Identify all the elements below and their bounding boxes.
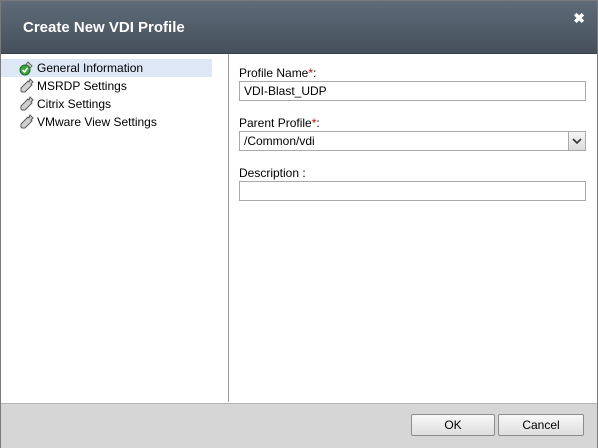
sidebar-item-msrdp-settings[interactable]: MSRDP Settings [1, 77, 228, 95]
sidebar-item-label: MSRDP Settings [37, 79, 127, 93]
label-colon: : [313, 66, 317, 80]
dropdown-arrow-button[interactable] [568, 132, 585, 150]
chevron-down-icon [572, 138, 582, 145]
cancel-button[interactable]: Cancel [498, 414, 584, 436]
general-information-panel: Profile Name*: Parent Profile*: /Common/… [229, 54, 597, 402]
sidebar-item-label: Citrix Settings [37, 97, 112, 111]
create-vdi-profile-dialog: Create New VDI Profile ✖ General Informa… [0, 0, 598, 448]
sidebar-item-label: VMware View Settings [37, 115, 157, 129]
close-icon[interactable]: ✖ [573, 10, 585, 27]
wrench-icon [20, 78, 34, 93]
profile-name-label: Profile Name*: [239, 66, 316, 80]
profile-name-label-text: Profile Name [239, 66, 309, 80]
parent-profile-label: Parent Profile*: [239, 116, 320, 130]
dialog-titlebar: Create New VDI Profile ✖ [1, 1, 597, 54]
wrench-icon [20, 114, 34, 129]
parent-profile-label-text: Parent Profile [239, 116, 312, 130]
description-label-text: Description [239, 166, 300, 180]
sidebar-item-citrix-settings[interactable]: Citrix Settings [1, 95, 228, 113]
sidebar-item-label: General Information [37, 61, 144, 75]
dialog-title: Create New VDI Profile [23, 19, 185, 36]
parent-profile-selected-value: /Common/vdi [244, 134, 315, 148]
profile-name-input[interactable] [239, 81, 586, 101]
parent-profile-select[interactable]: /Common/vdi [239, 131, 586, 151]
label-colon: : [316, 116, 320, 130]
wrench-icon [20, 96, 34, 111]
description-colon: : [299, 166, 306, 180]
dialog-footer: OK Cancel [1, 403, 597, 448]
description-label: Description : [239, 166, 306, 180]
ok-button[interactable]: OK [411, 414, 495, 436]
check-wrench-icon [19, 61, 33, 76]
sidebar-item-general-information[interactable]: General Information [1, 59, 212, 77]
description-input[interactable] [239, 181, 586, 201]
settings-nav: General Information MSRDP Settings Citri… [1, 54, 229, 402]
sidebar-item-vmware-view-settings[interactable]: VMware View Settings [1, 113, 228, 131]
